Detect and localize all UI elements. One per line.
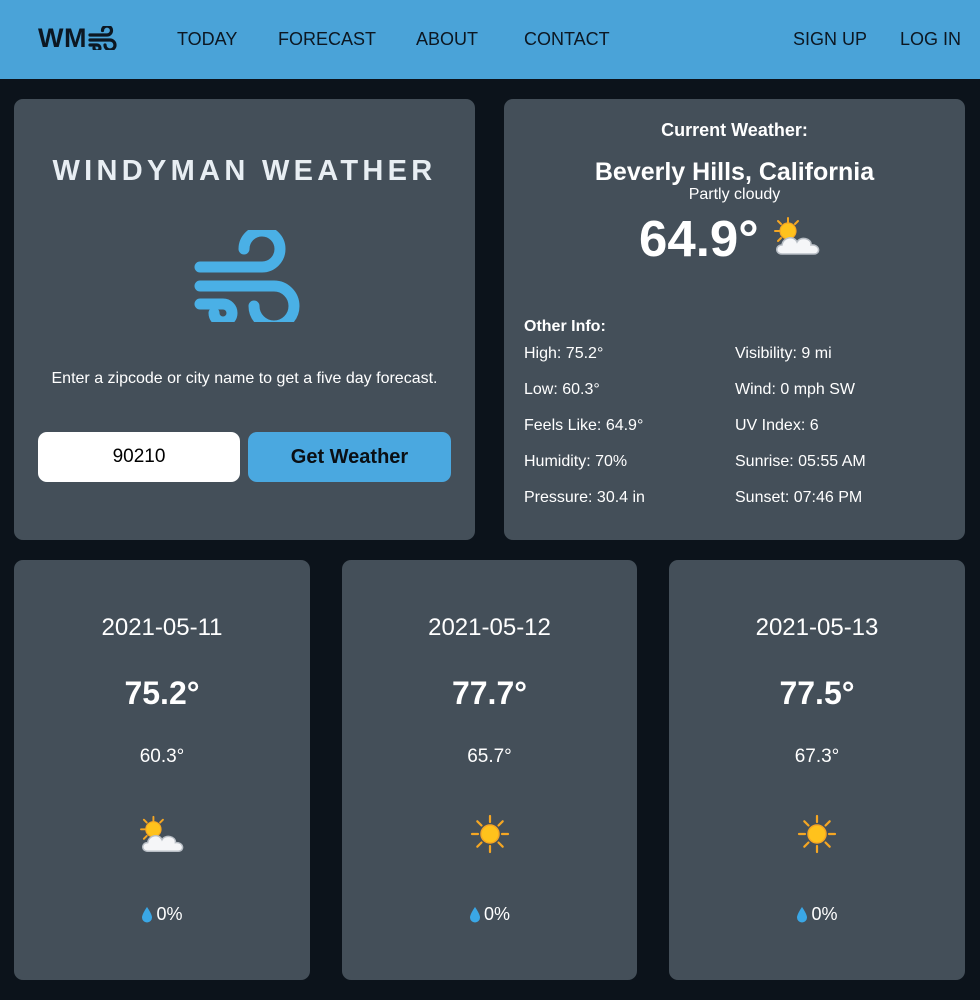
current-temperature: 64.9° [639,210,759,267]
info-wind: Wind: 0 mph SW [735,381,856,398]
logo-text: WM [38,22,87,53]
get-weather-button[interactable]: Get Weather [248,432,451,482]
sun-icon [470,814,509,854]
sun-icon [797,814,837,854]
info-uv-index: UV Index: 6 [735,417,819,434]
forecast-high: 77.5° [779,675,855,711]
forecast-date: 2021-05-11 [101,614,223,641]
logo[interactable]: WM [38,22,118,54]
forecast-card: 2021-05-12 77.7° 65.7° 0% [342,560,637,980]
log-in-link[interactable]: LOG IN [900,29,961,50]
sign-up-link[interactable]: SIGN UP [793,29,867,50]
forecast-high: 77.7° [451,675,528,711]
forecast-card: 2021-05-13 77.5° 67.3° 0% [669,560,965,980]
wind-icon [88,26,117,50]
forecast-low: 60.3° [139,746,185,767]
info-low: Low: 60.3° [524,381,600,398]
forecast-low: 65.7° [467,746,512,767]
forecast-date: 2021-05-13 [755,614,879,641]
current-weather-heading: Current Weather: [661,120,808,140]
precipitation-value: 0% [483,904,510,924]
partly-cloudy-icon [140,815,184,852]
info-humidity: Humidity: 70% [524,453,628,470]
search-panel: WINDYMAN WEATHER Enter a zipcode or city… [14,99,475,540]
info-sunset: Sunset: 07:46 PM [735,489,863,506]
current-weather-panel: Current Weather: Beverly Hills, Californ… [504,99,965,540]
other-info-heading: Other Info: [524,318,606,335]
nav-today[interactable]: TODAY [177,29,237,50]
precipitation: 0% [669,904,965,925]
forecast-date: 2021-05-12 [428,614,551,641]
raindrop-icon [469,907,480,923]
info-visibility: Visibility: 9 mi [735,345,832,362]
top-nav-bar: WM TODAY FORECAST ABOUT CONTACT SIGN UP … [0,0,980,79]
info-pressure: Pressure: 30.4 in [524,489,645,506]
raindrop-icon [797,907,808,923]
raindrop-icon [142,907,153,923]
nav-contact[interactable]: CONTACT [524,29,610,50]
forecast-high: 75.2° [124,675,200,711]
instructions: Enter a zipcode or city name to get a fi… [51,370,438,387]
precipitation: 0% [342,904,637,925]
wind-icon [194,230,300,322]
info-high: High: 75.2° [524,345,604,362]
zipcode-input[interactable] [38,432,240,482]
precipitation-value: 0% [811,904,838,924]
precipitation: 0% [14,904,310,925]
app-title: WINDYMAN WEATHER [52,155,437,187]
nav-forecast[interactable]: FORECAST [278,29,376,50]
location-name: Beverly Hills, California [594,158,875,186]
condition-text: Partly cloudy [688,186,781,203]
partly-cloudy-icon [774,217,820,255]
info-feels-like: Feels Like: 64.9° [524,417,644,434]
forecast-card: 2021-05-11 75.2° 60.3° 0% [14,560,310,980]
precipitation-value: 0% [156,904,183,924]
forecast-low: 67.3° [794,746,840,767]
info-sunrise: Sunrise: 05:55 AM [735,453,866,470]
nav-about[interactable]: ABOUT [416,29,478,50]
